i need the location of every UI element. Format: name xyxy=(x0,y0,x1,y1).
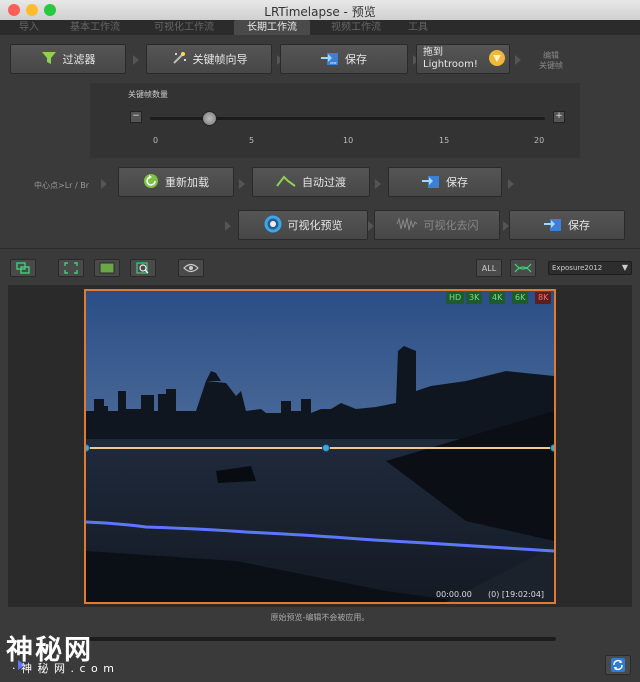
keyframe-count-label: 关键帧数量 xyxy=(128,90,168,99)
flow-arrow-icon xyxy=(133,55,139,65)
slider-tick-15: 15 xyxy=(439,136,450,145)
auto-transition-label: 自动过渡 xyxy=(302,176,346,189)
ring-icon xyxy=(264,215,282,236)
visual-preview-label: 可视化预览 xyxy=(287,219,343,232)
reload-button[interactable]: 重新加载 xyxy=(118,167,234,197)
badge-8k: 8K xyxy=(535,292,552,304)
save-to-disk-icon xyxy=(422,173,440,192)
keyframe-wizard-button[interactable]: 关键帧向导 xyxy=(146,44,272,74)
save-button-top[interactable]: XMP 保存 xyxy=(280,44,408,74)
save-label-middle: 保存 xyxy=(446,176,468,189)
fit-frame-button[interactable] xyxy=(58,259,84,277)
eye-icon xyxy=(183,263,199,273)
chevron-down-icon: ▼ xyxy=(621,263,628,272)
drag-label-line2: Lightroom! xyxy=(423,59,478,70)
section-divider xyxy=(0,248,640,249)
refresh-button[interactable] xyxy=(605,655,631,675)
eye-toggle-button[interactable] xyxy=(178,259,204,277)
deflicker-wave-icon xyxy=(396,216,418,234)
save-label-top: 保存 xyxy=(345,53,367,66)
all-curves-button[interactable]: ALL xyxy=(476,259,502,277)
save-to-disk-icon xyxy=(544,216,562,235)
slider-tick-0: 0 xyxy=(153,136,159,145)
tab-visual-workflow[interactable]: 可视化工作流 xyxy=(144,20,224,35)
auto-transition-button[interactable]: 自动过渡 xyxy=(252,167,370,197)
luminance-curve xyxy=(86,520,554,553)
workflow-tabs: 导入 基本工作流 可视化工作流 长期工作流 视频工作流 工具 xyxy=(0,20,640,35)
keyframe-plus-button[interactable]: + xyxy=(553,111,565,123)
timeline-scrollbar[interactable] xyxy=(88,637,556,641)
filter-label: 过滤器 xyxy=(62,53,96,66)
slider-tick-20: 20 xyxy=(534,136,545,145)
tab-longterm-workflow[interactable]: 长期工作流 xyxy=(234,20,310,35)
save-label-bottom: 保存 xyxy=(568,219,590,232)
keyframe-dot-middle[interactable] xyxy=(322,444,330,452)
arrow-down-gold-icon xyxy=(488,49,506,70)
preview-frame[interactable] xyxy=(84,289,556,604)
save-to-disk-icon: XMP xyxy=(321,50,339,69)
timecode: 00:00.00 xyxy=(436,590,472,599)
exposure-select-value: Exposure2012 xyxy=(552,264,603,272)
flow-arrow-icon xyxy=(375,179,381,189)
filled-frame-icon xyxy=(99,262,115,274)
visual-preview-button[interactable]: 可视化预览 xyxy=(238,210,368,240)
funnel-icon xyxy=(41,50,57,69)
edit-hint-line2: 关键帧 xyxy=(539,61,563,70)
window-title: LRTimelapse - 预览 xyxy=(264,5,376,19)
preview-status-text: 原始预览-编辑不会被应用。 xyxy=(270,613,370,622)
tab-video-workflow[interactable]: 视频工作流 xyxy=(316,20,396,35)
reload-label: 重新加载 xyxy=(165,176,209,189)
crop-corners-icon xyxy=(64,262,78,274)
magnifier-icon xyxy=(136,262,149,274)
keyframe-wizard-label: 关键帧向导 xyxy=(192,53,248,66)
badge-4k: 4K xyxy=(489,292,506,304)
reload-icon xyxy=(143,173,159,192)
frame-info: (0) [19:02:04] xyxy=(488,590,545,599)
refresh-icon xyxy=(611,658,625,672)
tab-basic-workflow[interactable]: 基本工作流 xyxy=(60,20,130,35)
cross-curve-icon xyxy=(514,263,532,273)
keyframe-minus-button[interactable]: − xyxy=(130,111,142,123)
tab-import[interactable]: 导入 xyxy=(10,20,48,35)
curve-overlay xyxy=(86,444,555,553)
tab-tools[interactable]: 工具 xyxy=(398,20,438,35)
keyframe-dot-right[interactable] xyxy=(550,444,555,452)
drag-to-lightroom-button[interactable]: 拖到 Lightroom! xyxy=(416,44,510,74)
flow-arrow-icon xyxy=(225,221,231,231)
flow-arrow-icon xyxy=(515,55,521,65)
filter-button[interactable]: 过滤器 xyxy=(10,44,126,74)
watermark-url: · 神 秘 网 . c o m xyxy=(12,662,115,675)
flow-arrow-icon xyxy=(239,179,245,189)
edit-keyframe-hint: 编辑 关键帧 xyxy=(538,51,564,71)
svg-text:XMP: XMP xyxy=(330,61,337,65)
slider-tick-10: 10 xyxy=(343,136,354,145)
full-frame-button[interactable] xyxy=(94,259,120,277)
window-titlebar: LRTimelapse - 预览 xyxy=(0,0,640,21)
keyframe-dot-left[interactable] xyxy=(86,444,90,452)
transition-curve-icon xyxy=(276,174,296,191)
drag-label-line1: 拖到 xyxy=(423,47,443,58)
visual-deflicker-button[interactable]: 可视化去闪 xyxy=(374,210,500,240)
badge-hd: HD xyxy=(446,292,465,304)
badge-3k: 3K xyxy=(466,292,483,304)
edit-hint-line1: 编辑 xyxy=(543,51,559,60)
save-button-bottom[interactable]: 保存 xyxy=(509,210,625,240)
zoom-button[interactable] xyxy=(130,259,156,277)
badge-6k: 6K xyxy=(512,292,529,304)
flow-arrow-icon xyxy=(508,179,514,189)
magic-wand-icon xyxy=(171,50,187,69)
save-button-middle[interactable]: 保存 xyxy=(388,167,502,197)
toggle-overlay-button[interactable] xyxy=(10,259,36,277)
flow-arrow-icon xyxy=(101,179,107,189)
exposure-select[interactable]: Exposure2012 ▼ xyxy=(548,261,632,275)
slider-tick-5: 5 xyxy=(249,136,255,145)
curve-toggle-button[interactable] xyxy=(510,259,536,277)
visual-deflicker-label: 可视化去闪 xyxy=(423,219,479,232)
layers-icon xyxy=(16,262,30,274)
center-point-label: 中心点>Lr / Br xyxy=(34,181,90,190)
